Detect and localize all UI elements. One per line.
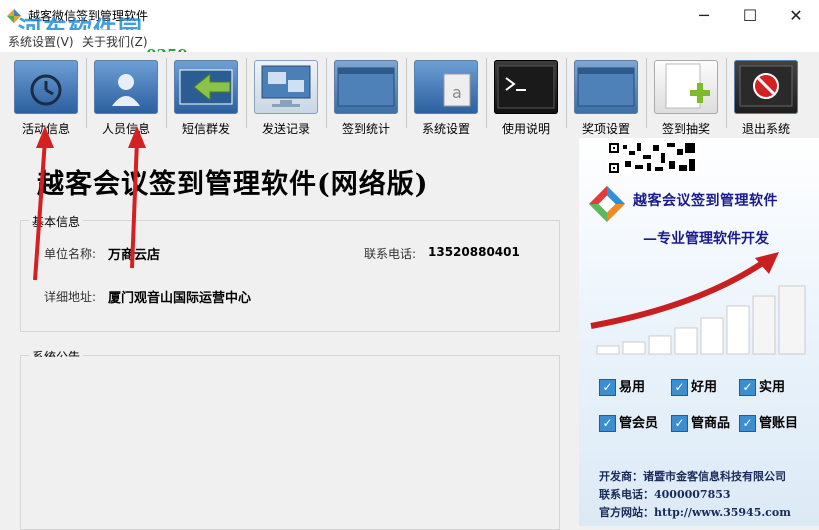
- toolbar-checkin-stats-button[interactable]: 签到统计: [328, 58, 404, 136]
- qr-code-icon: [607, 141, 699, 175]
- toolbar-exit-button[interactable]: 退出系统: [728, 58, 804, 136]
- toolbar-label: 系统设置: [421, 122, 470, 136]
- unit-name-value: 万商云店: [108, 248, 161, 263]
- menu-system-settings[interactable]: 系统设置(V): [8, 33, 74, 50]
- address-label: 详细地址:: [44, 290, 97, 304]
- toolbar-label: 使用说明: [501, 122, 550, 136]
- toolbar-activity-info-button[interactable]: 活动信息: [8, 58, 84, 136]
- feature-products: ✓ 管商品: [671, 412, 730, 432]
- ad-banner: 越客会议签到管理软件 —专业管理软件开发 ✓ 易用 ✓ 好用 ✓ 实用 ✓ 管会员 ✓ 管…: [579, 138, 819, 526]
- person-folder-icon: [94, 60, 158, 114]
- toolbar-separator: [726, 58, 727, 128]
- toolbar-award-settings-button[interactable]: 奖项设置: [568, 58, 644, 136]
- toolbar-label: 奖项设置: [581, 122, 630, 136]
- checkbox-checked-icon: ✓: [671, 379, 688, 396]
- toolbar-separator: [86, 58, 87, 128]
- system-notice-group: 系统公告: [20, 348, 560, 530]
- toolbar-separator: [486, 58, 487, 128]
- ad-website: 官方网站：http://www.35945.com: [599, 506, 791, 519]
- arrow-left-icon: [174, 60, 238, 114]
- feature-label: 管账目: [759, 416, 799, 431]
- ad-logo-icon: [589, 186, 625, 222]
- phone-value: 13520880401: [428, 245, 520, 259]
- unit-name-label: 单位名称:: [44, 247, 97, 261]
- maximize-icon: ☐: [742, 5, 758, 25]
- close-button[interactable]: ✕: [773, 0, 819, 30]
- add-document-icon: [654, 60, 718, 114]
- toolbar-label: 人员信息: [101, 122, 150, 136]
- toolbar-label: 签到抽奖: [661, 122, 710, 136]
- toolbar-separator: [166, 58, 167, 128]
- toolbar-label: 退出系统: [741, 122, 790, 136]
- system-notice-content: [22, 357, 558, 528]
- checkbox-checked-icon: ✓: [599, 379, 616, 396]
- feature-label: 管商品: [691, 416, 731, 431]
- window-icon: [574, 60, 638, 114]
- basic-info-group: 基本信息: [20, 213, 560, 332]
- toolbar-send-records-button[interactable]: 发送记录: [248, 58, 324, 136]
- stop-icon: [734, 60, 798, 114]
- feature-accounts: ✓ 管账目: [739, 412, 798, 432]
- ad-title: 越客会议签到管理软件: [633, 193, 778, 209]
- toolbar-person-info-button[interactable]: 人员信息: [88, 58, 164, 136]
- minimize-icon: ─: [699, 5, 709, 25]
- basic-info-legend: 基本信息: [29, 213, 84, 230]
- toolbar-separator: [646, 58, 647, 128]
- ad-phone: 联系电话：4000007853: [599, 488, 731, 501]
- toolbar-lottery-button[interactable]: 签到抽奖: [648, 58, 724, 136]
- feature-easy: ✓ 易用: [599, 376, 645, 396]
- toolbar-separator: [406, 58, 407, 128]
- ad-developer: 开发商：诸暨市金客信息科技有限公司: [599, 470, 786, 483]
- folder-doc-icon: a: [414, 60, 478, 114]
- app-window: 越客微信签到管理软件 河东软件园 ─ ☐ ✕ 系统设置(V) 关于我们(Z) w…: [0, 0, 819, 530]
- toolbar-separator: [246, 58, 247, 128]
- feature-label: 实用: [759, 380, 786, 395]
- feature-label: 管会员: [619, 416, 659, 431]
- title-bar: 越客微信签到管理软件 河东软件园 ─ ☐ ✕: [0, 0, 819, 44]
- maximize-button[interactable]: ☐: [727, 0, 773, 30]
- toolbar-system-settings-button[interactable]: a 系统设置: [408, 58, 484, 136]
- toolbar-separator: [326, 58, 327, 128]
- toolbar-user-guide-button[interactable]: 使用说明: [488, 58, 564, 136]
- page-title: 越客会议签到管理软件(网络版): [37, 169, 429, 200]
- feature-practical: ✓ 实用: [739, 376, 785, 396]
- checkbox-checked-icon: ✓: [739, 415, 756, 432]
- feature-label: 易用: [619, 380, 646, 395]
- checkbox-checked-icon: ✓: [671, 415, 688, 432]
- toolbar-sms-broadcast-button[interactable]: 短信群发: [168, 58, 244, 136]
- svg-text:a: a: [452, 83, 462, 102]
- toolbar-label: 短信群发: [181, 122, 230, 136]
- terminal-icon: [494, 60, 558, 114]
- history-folder-icon: [14, 60, 78, 114]
- feature-good: ✓ 好用: [671, 376, 717, 396]
- ad-subtitle: —专业管理软件开发: [643, 231, 769, 247]
- close-icon: ✕: [789, 5, 803, 25]
- checkbox-checked-icon: ✓: [739, 379, 756, 396]
- toolbar-label: 活动信息: [21, 122, 70, 136]
- toolbar: 活动信息 人员信息 短信群发 发送记录 签到统计 a 系统设置 使用说明 奖项设…: [0, 52, 819, 136]
- address-value: 厦门观音山国际运营中心: [108, 291, 252, 306]
- toolbar-label: 签到统计: [341, 122, 390, 136]
- window-icon: [334, 60, 398, 114]
- monitor-icon: [254, 60, 318, 114]
- checkbox-checked-icon: ✓: [599, 415, 616, 432]
- feature-label: 好用: [691, 380, 718, 395]
- growth-graph-icon: [590, 252, 806, 355]
- phone-label: 联系电话:: [364, 247, 417, 261]
- toolbar-separator: [566, 58, 567, 128]
- toolbar-label: 发送记录: [261, 122, 310, 136]
- minimize-button[interactable]: ─: [681, 0, 727, 30]
- feature-members: ✓ 管会员: [599, 412, 658, 432]
